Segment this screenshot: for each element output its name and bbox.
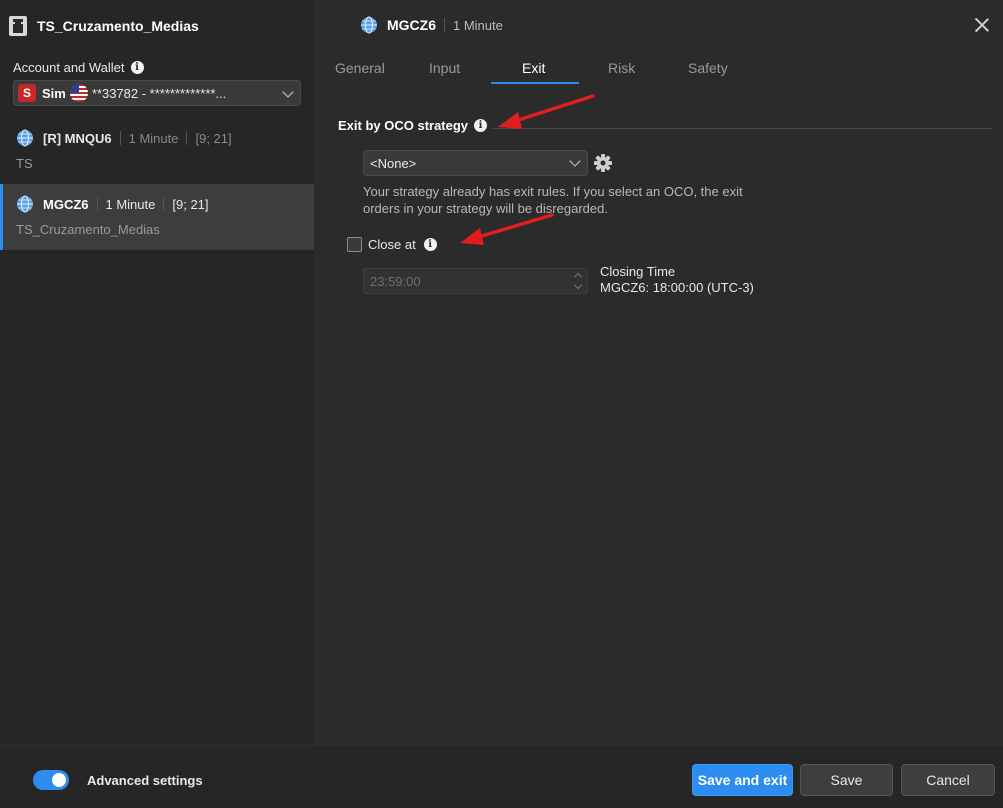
globe-icon [17, 129, 33, 147]
chevron-down-icon [569, 155, 581, 167]
strategy-name: TS_Cruzamento_Medias [16, 222, 160, 237]
top-bar: MGCZ6 1 Minute [314, 0, 1003, 52]
tab-general[interactable]: General [335, 60, 385, 76]
tab-risk[interactable]: Risk [608, 60, 635, 76]
main-panel: MGCZ6 1 Minute General Input Exit Risk S… [314, 0, 1003, 745]
close-at-option[interactable]: Close at i [347, 237, 437, 252]
separator [186, 131, 188, 145]
strategy-params: [9; 21] [195, 130, 232, 146]
strategy-item-mgcz6[interactable]: MGCZ6 1 Minute [9; 21] TS_Cruzamento_Med… [0, 184, 314, 250]
strategy-symbol: MGCZ6 [43, 196, 89, 212]
chevron-down-icon [282, 86, 294, 98]
globe-icon [361, 16, 377, 34]
cancel-button[interactable]: Cancel [901, 764, 995, 796]
oco-selected-value: <None> [370, 155, 417, 171]
header-interval: 1 Minute [453, 17, 503, 33]
account-wallet-label: Account and Wallet i [13, 60, 144, 75]
strategy-interval: 1 Minute [105, 196, 156, 212]
sidebar-header: TS_Cruzamento_Medias [0, 0, 314, 52]
tab-safety[interactable]: Safety [688, 60, 728, 76]
closing-time-label: Closing Time [600, 264, 676, 279]
advanced-settings-toggle[interactable] [33, 770, 69, 790]
closing-time-detail: MGCZ6: 18:00:00 (UTC-3) [600, 280, 754, 295]
separator [96, 197, 98, 211]
header-symbol-text: MGCZ6 [387, 17, 436, 33]
exit-oco-section-title: Exit by OCO strategy i [338, 118, 488, 133]
close-icon[interactable] [971, 14, 993, 36]
separator [444, 18, 445, 32]
closing-time-info: Closing Time MGCZ6: 18:00:00 (UTC-3) [600, 264, 754, 296]
strategy-symbol: [R] MNQU6 [43, 130, 112, 146]
tab-input[interactable]: Input [429, 60, 460, 76]
strategy-params: [9; 21] [172, 196, 209, 212]
account-type: Sim [42, 85, 66, 101]
separator [119, 131, 121, 145]
footer-bar: Advanced settings Save and exit Save Can… [0, 745, 1003, 808]
header-symbol: MGCZ6 1 Minute [360, 16, 503, 34]
globe-icon [17, 195, 33, 213]
sidebar: TS_Cruzamento_Medias Account and Wallet … [0, 0, 314, 745]
info-icon[interactable]: i [423, 238, 437, 251]
strategy-title: TS_Cruzamento_Medias [37, 18, 199, 34]
save-button[interactable]: Save [800, 764, 893, 796]
account-select[interactable]: S Sim **33782 - *************... [13, 80, 301, 106]
close-time-value: 23:59:00 [370, 273, 421, 289]
info-icon[interactable]: i [130, 61, 144, 74]
spinner-down-icon[interactable] [573, 280, 583, 290]
section-divider [492, 128, 992, 129]
active-tab-indicator [491, 82, 579, 84]
app-logo-icon [9, 16, 27, 36]
save-and-exit-button[interactable]: Save and exit [692, 764, 793, 796]
info-icon[interactable]: i [474, 119, 488, 132]
separator [163, 197, 165, 211]
strategy-name: TS [16, 156, 33, 171]
oco-strategy-select[interactable]: <None> [363, 150, 588, 176]
account-value: **33782 - *************... [91, 85, 227, 101]
oco-hint-text: Your strategy already has exit rules. If… [363, 184, 743, 216]
gear-icon[interactable] [593, 153, 613, 173]
tab-exit[interactable]: Exit [522, 60, 545, 76]
close-time-input[interactable]: 23:59:00 [363, 268, 588, 294]
tab-bar: General Input Exit Risk Safety [314, 52, 1003, 86]
strategy-interval: 1 Minute [128, 130, 179, 146]
close-at-checkbox[interactable] [347, 237, 362, 252]
advanced-settings-label: Advanced settings [87, 773, 203, 788]
us-flag-icon [69, 84, 88, 102]
sim-badge: S [18, 84, 36, 102]
close-at-label: Close at [368, 237, 416, 252]
strategy-item-mnqu6[interactable]: [R] MNQU6 1 Minute [9; 21] TS [0, 118, 314, 184]
